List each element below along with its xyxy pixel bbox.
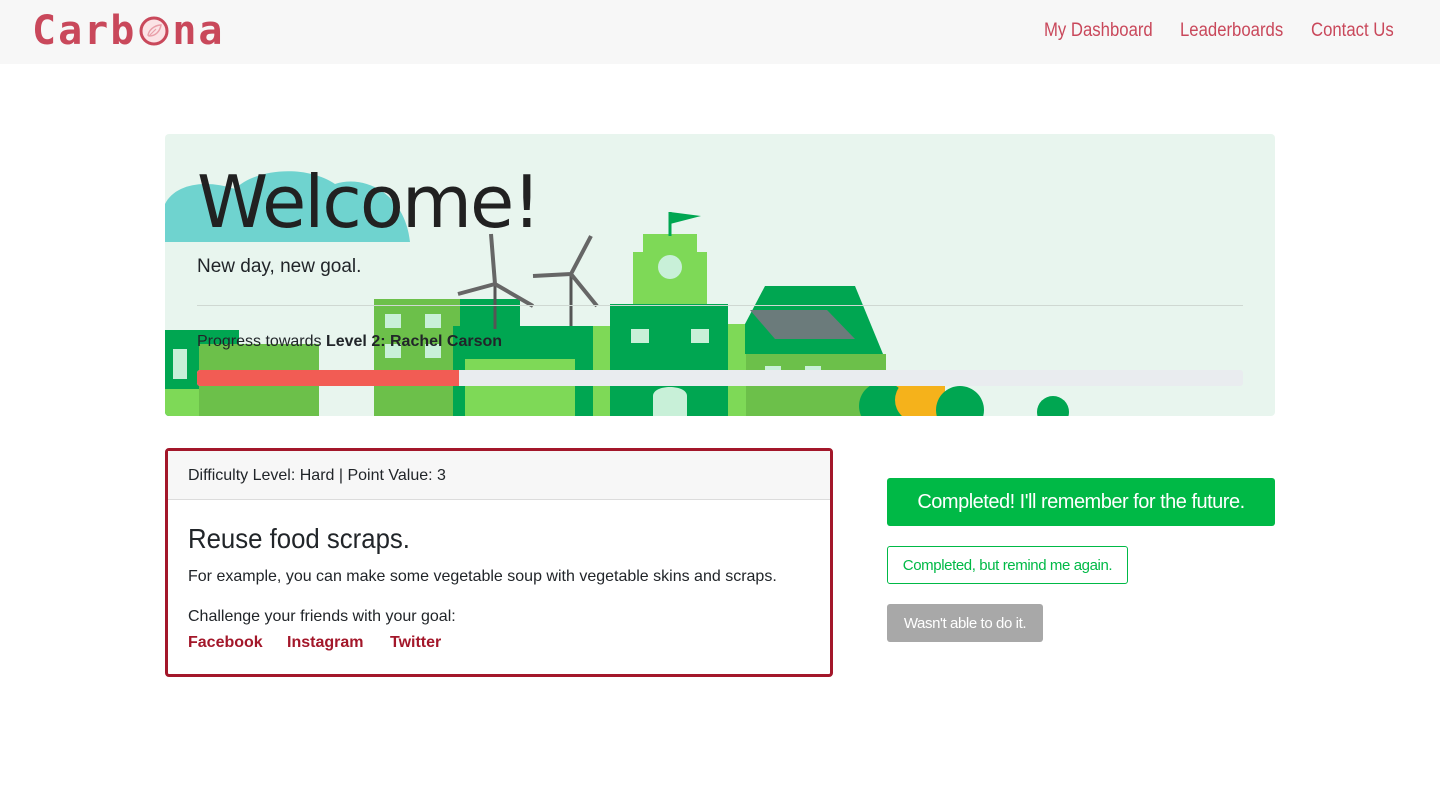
completed-remember-button[interactable]: Completed! I'll remember for the future. [887,478,1275,526]
goal-card-header: Difficulty Level: Hard | Point Value: 3 [168,451,830,500]
carbona-logo[interactable]: Carb na [32,8,225,54]
goal-description: For example, you can make some vegetable… [188,568,777,585]
nav-leaderboards[interactable]: Leaderboards [1180,20,1283,42]
progress-level-name: Level 2: Rachel Carson [325,333,503,350]
nav-my-dashboard[interactable]: My Dashboard [1044,20,1153,42]
leaf-logo-icon [139,16,169,46]
goal-title: Reuse food scraps. [188,523,410,554]
share-instagram-link[interactable]: Instagram [287,634,363,652]
share-twitter-link[interactable]: Twitter [390,634,441,652]
progress-label: Progress towards Level 2: Rachel Carson [197,333,502,351]
logo-text-prefix: Carb [32,8,137,54]
welcome-title: Welcome! [197,160,541,244]
challenge-text: Challenge your friends with your goal: [188,608,456,625]
logo-text-suffix: na [172,8,225,54]
hero-divider [197,305,1243,306]
level-progress-bar [197,370,1243,386]
not-able-button[interactable]: Wasn't able to do it. [887,604,1043,642]
nav-contact-us[interactable]: Contact Us [1311,20,1394,42]
top-navbar: Carb na My Dashboard Leaderboards Contac… [0,0,1440,64]
share-facebook-link[interactable]: Facebook [188,634,263,652]
completed-remind-button[interactable]: Completed, but remind me again. [887,546,1128,584]
welcome-subtitle: New day, new goal. [197,256,362,277]
progress-prefix: Progress towards [197,333,322,350]
daily-goal-card: Difficulty Level: Hard | Point Value: 3 … [165,448,833,677]
welcome-hero: Welcome! New day, new goal. Progress tow… [165,134,1275,416]
level-progress-fill [197,370,459,386]
